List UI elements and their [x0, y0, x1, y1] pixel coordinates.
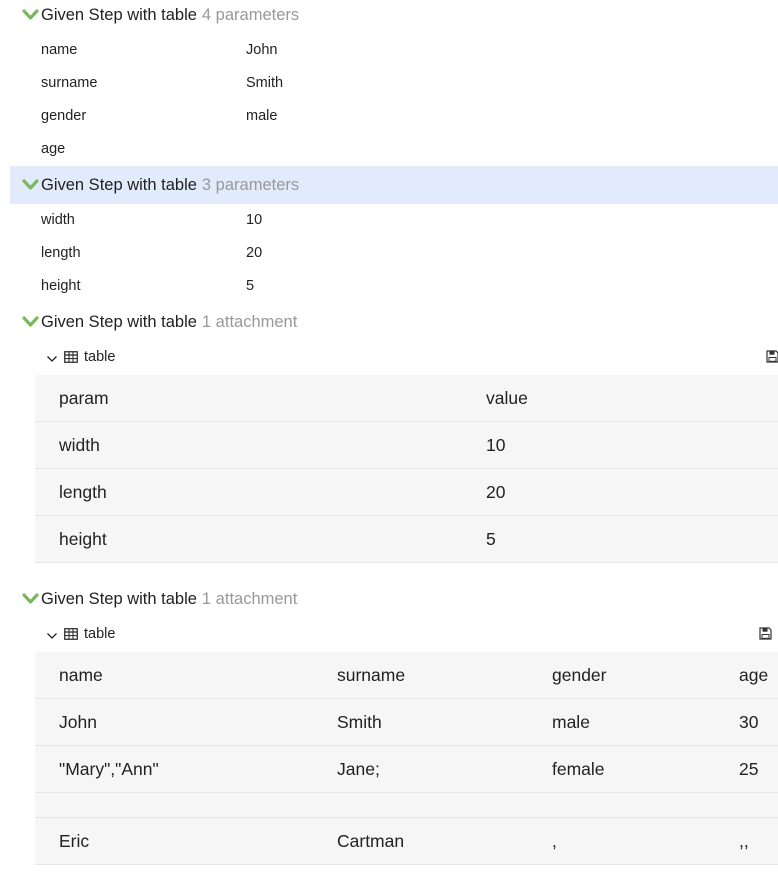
- table-row: width 10: [35, 422, 778, 469]
- table-cell: 25: [739, 759, 759, 779]
- parameter-row: surname Smith: [41, 73, 283, 93]
- attachment-table: param value width 10 length 20 height 5: [35, 375, 778, 563]
- table-row: "Mary","Ann" Jane; female 25: [35, 746, 778, 793]
- table-icon: [64, 628, 78, 640]
- table-row: Eric Cartman , ,,: [35, 818, 778, 865]
- parameter-value: 20: [246, 245, 263, 261]
- parameter-row: age: [41, 139, 246, 159]
- table-row: [35, 793, 778, 818]
- table-cell: ,: [552, 831, 557, 851]
- step-header[interactable]: Given Step with table 3 parameters: [10, 166, 778, 204]
- table-cell: John: [59, 712, 97, 732]
- table-cell: length: [59, 482, 107, 502]
- attachment-label: table: [84, 349, 116, 365]
- attachment-table: name surname gender age John Smith male …: [35, 652, 778, 865]
- parameter-value: John: [246, 42, 278, 58]
- table-header-cell: name: [59, 665, 103, 685]
- table-header-cell: param: [59, 388, 109, 408]
- step-title: Given Step with table: [41, 312, 197, 331]
- table-cell: 20: [486, 482, 506, 502]
- parameter-row: width 10: [41, 210, 262, 230]
- step-title: Given Step with table: [41, 175, 197, 194]
- table-cell: male: [552, 712, 590, 732]
- table-cell: 30: [739, 712, 759, 732]
- attachment-label: table: [84, 626, 116, 642]
- parameter-name: width: [41, 212, 75, 228]
- table-row: length 20: [35, 469, 778, 516]
- step-title: Given Step with table: [41, 589, 197, 608]
- parameter-name: name: [41, 42, 78, 58]
- table-cell: female: [552, 759, 605, 779]
- step-header[interactable]: Given Step with table 1 attachment: [10, 307, 778, 337]
- table-cell: width: [59, 435, 100, 455]
- chevron-down-icon: [22, 316, 39, 328]
- table-row: param value: [35, 375, 778, 422]
- parameter-value: 5: [246, 278, 255, 294]
- chevron-down-icon: [22, 593, 39, 605]
- chevron-down-icon: [22, 9, 39, 21]
- parameter-name: surname: [41, 75, 98, 91]
- table-cell: ,,: [739, 831, 749, 851]
- step-meta: 3 parameters: [201, 175, 300, 194]
- caret-down-icon[interactable]: [46, 629, 58, 639]
- attachment-header[interactable]: table: [46, 346, 778, 368]
- step-title: Given Step with table: [41, 5, 197, 24]
- save-icon[interactable]: [766, 350, 778, 363]
- table-header-cell: value: [486, 388, 528, 408]
- attachment-header[interactable]: table: [46, 623, 778, 645]
- table-header-cell: age: [739, 665, 769, 685]
- parameter-name: age: [41, 141, 66, 157]
- parameter-value: male: [246, 108, 278, 124]
- table-cell: Cartman: [337, 831, 405, 851]
- table-cell: "Mary","Ann": [59, 759, 159, 779]
- table-cell: Jane;: [337, 759, 380, 779]
- step-meta: 4 parameters: [201, 5, 300, 24]
- parameter-value: 10: [246, 212, 263, 228]
- parameter-row: height 5: [41, 276, 254, 296]
- table-row: John Smith male 30: [35, 699, 778, 746]
- parameter-row: gender male: [41, 106, 277, 126]
- table-row: name surname gender age: [35, 652, 778, 699]
- step-meta: 1 attachment: [201, 589, 298, 608]
- table-cell: 5: [486, 529, 496, 549]
- parameter-name: length: [41, 245, 81, 261]
- table-cell: 10: [486, 435, 506, 455]
- caret-down-icon[interactable]: [46, 352, 58, 362]
- table-cell: height: [59, 529, 107, 549]
- chevron-down-icon: [22, 179, 39, 191]
- step-header[interactable]: Given Step with table 4 parameters: [10, 0, 778, 30]
- parameter-name: gender: [41, 108, 87, 124]
- table-icon: [64, 351, 78, 363]
- parameter-name: height: [41, 278, 81, 294]
- table-header-cell: gender: [552, 665, 607, 685]
- table-cell: Eric: [59, 831, 90, 851]
- table-row: height 5: [35, 516, 778, 563]
- table-header-cell: surname: [337, 665, 406, 685]
- parameter-row: length 20: [41, 243, 262, 263]
- step-header[interactable]: Given Step with table 1 attachment: [10, 584, 778, 614]
- step-meta: 1 attachment: [201, 312, 298, 331]
- table-cell: Smith: [337, 712, 382, 732]
- parameter-row: name John: [41, 40, 277, 60]
- save-icon[interactable]: [759, 627, 772, 640]
- parameter-value: Smith: [246, 75, 284, 91]
